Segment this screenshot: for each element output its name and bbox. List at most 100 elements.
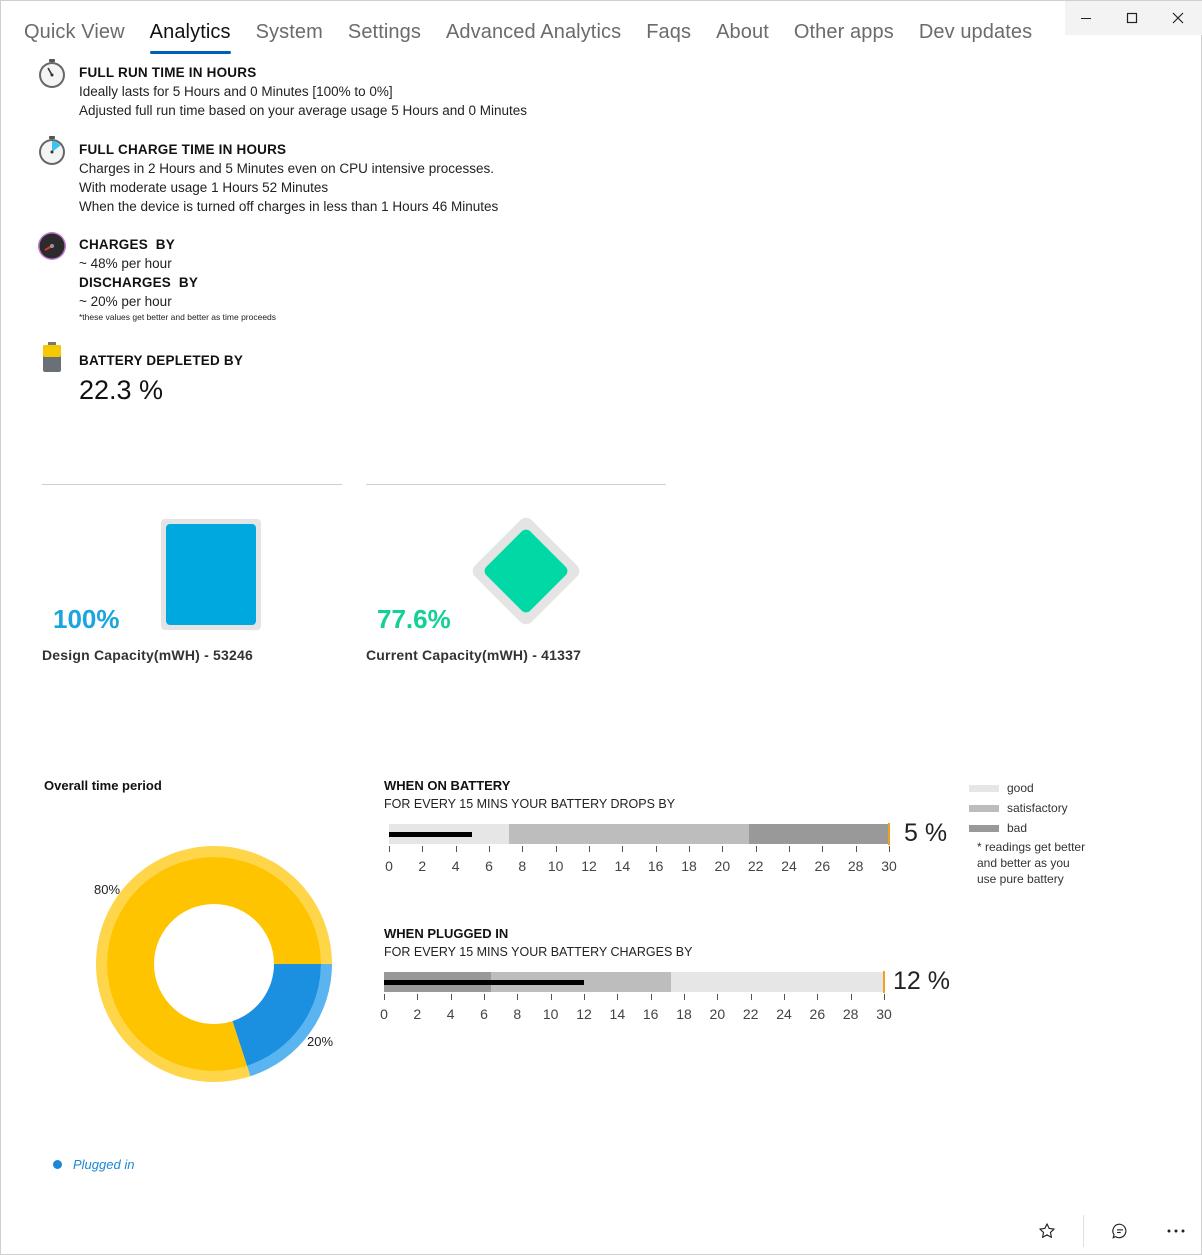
pie-slice-label-0: 80% <box>94 882 121 897</box>
axis-tick <box>755 846 757 852</box>
run-time-ideal: Ideally lasts for 5 Hours and 0 Minutes … <box>79 84 393 99</box>
plugged-in-legend-dot <box>53 1160 62 1169</box>
axis-tick <box>622 846 624 852</box>
axis-tick <box>617 994 619 1000</box>
axis-tick-label: 18 <box>681 858 697 874</box>
discharges-by-value: ~ 20% per hour <box>79 294 172 309</box>
target-marker <box>883 971 885 993</box>
axis-tick <box>389 846 390 852</box>
axis-tick-label: 22 <box>742 1006 759 1022</box>
legend-satisfactory-swatch <box>969 804 999 812</box>
axis-tick <box>517 994 519 1000</box>
footer-separator <box>1083 1215 1084 1247</box>
current-capacity-percent: 77.6% <box>377 604 451 634</box>
depleted-value: 22.3 % <box>79 375 164 405</box>
design-capacity-divider <box>42 484 342 485</box>
on-battery-bullet-bar <box>389 823 890 845</box>
current-capacity-fill <box>484 529 568 613</box>
axis-tick-label: 26 <box>814 858 831 874</box>
axis-tick <box>655 846 657 852</box>
charge-time-line2: With moderate usage 1 Hours 52 Minutes <box>79 180 329 195</box>
more-icon <box>1167 1229 1185 1233</box>
legend-good-label: good <box>1007 781 1034 795</box>
stopwatch-icon <box>39 59 65 88</box>
charge-time-title: FULL CHARGE TIME IN HOURS <box>79 142 287 157</box>
legend-note: * readings get better and better as you … <box>977 840 1086 886</box>
on-battery-value: 5 % <box>904 819 948 847</box>
current-capacity-gauge <box>472 517 580 625</box>
pie-legend-item[interactable]: Plugged in <box>53 1157 134 1172</box>
axis-tick-label: 6 <box>485 858 493 874</box>
axis-tick-label: 20 <box>709 1006 726 1022</box>
plugged-in-title: WHEN PLUGGED IN <box>384 926 509 941</box>
tab-advanced-analytics[interactable]: Advanced Analytics <box>446 21 621 52</box>
axis-tick-label: 30 <box>876 1006 892 1022</box>
charge-time-line3: When the device is turned off charges in… <box>79 199 499 214</box>
pie-slice-1[interactable] <box>232 964 321 1066</box>
maximize-button[interactable] <box>1109 1 1155 35</box>
axis-tick <box>889 846 890 852</box>
axis-tick-label: 10 <box>542 1006 559 1022</box>
axis-tick <box>450 994 452 1000</box>
charges-by-title: CHARGES BY <box>79 237 175 252</box>
axis-tick-label: 20 <box>714 858 731 874</box>
legend-satisfactory-label: satisfactory <box>1007 801 1068 815</box>
run-time-title: FULL RUN TIME IN HOURS <box>79 65 257 80</box>
plugged-in-legend-label: Plugged in <box>73 1157 135 1172</box>
close-icon <box>1172 12 1184 24</box>
tab-settings[interactable]: Settings <box>348 21 421 52</box>
plugged-in-value: 12 % <box>893 967 950 995</box>
design-capacity-fill <box>166 524 256 625</box>
depleted-title: BATTERY DEPLETED BY <box>79 353 244 368</box>
pie-slice-label-1: 20% <box>307 1034 334 1049</box>
tab-faqs[interactable]: Faqs <box>646 21 691 52</box>
axis-tick-label: 12 <box>581 858 597 874</box>
battery-icon <box>43 342 61 372</box>
axis-tick-label: 24 <box>776 1006 792 1022</box>
axis-tick <box>584 994 585 1000</box>
axis-tick-label: 0 <box>385 858 393 874</box>
axis-tick-label: 30 <box>881 858 897 874</box>
minimize-icon <box>1081 18 1091 19</box>
close-button[interactable] <box>1155 1 1201 35</box>
axis-tick-label: 12 <box>576 1006 592 1022</box>
tab-dev-updates[interactable]: Dev updates <box>919 21 1032 52</box>
window-controls <box>1063 1 1201 35</box>
range-bad <box>749 824 889 844</box>
on-battery-title: WHEN ON BATTERY <box>384 778 511 793</box>
axis-tick <box>650 994 652 1000</box>
overall-time-donut-chart <box>96 846 333 1082</box>
axis-tick <box>822 846 824 852</box>
axis-tick-label: 8 <box>518 858 527 874</box>
feedback-button[interactable] <box>1105 1219 1135 1243</box>
axis-tick <box>489 846 490 852</box>
app-window: Quick View Analytics System Settings Adv… <box>0 0 1202 1255</box>
axis-tick <box>784 994 785 1000</box>
range-satisfactory <box>509 824 749 844</box>
tab-about[interactable]: About <box>716 21 769 52</box>
axis-tick <box>817 994 819 1000</box>
timer-icon <box>39 136 65 165</box>
legend-bad-label: bad <box>1007 821 1028 835</box>
rates-note: *these values get better and better as t… <box>79 312 277 322</box>
charges-by-value: ~ 48% per hour <box>79 256 172 271</box>
tab-system[interactable]: System <box>256 21 323 52</box>
speedometer-icon <box>38 232 66 260</box>
axis-tick-label: 8 <box>513 1006 522 1022</box>
minimize-button[interactable] <box>1063 1 1109 35</box>
more-options-button[interactable] <box>1161 1219 1191 1243</box>
tab-quick-view[interactable]: Quick View <box>24 21 125 52</box>
legend-good: good <box>969 781 1034 795</box>
design-capacity-gauge <box>161 519 261 630</box>
tab-other-apps[interactable]: Other apps <box>794 21 894 52</box>
on-battery-subtitle: FOR EVERY 15 MINS YOUR BATTERY DROPS BY <box>384 797 676 811</box>
chat-icon <box>1112 1223 1127 1239</box>
axis-tick <box>417 994 419 1000</box>
legend-satisfactory: satisfactory <box>969 801 1068 815</box>
favorite-button[interactable] <box>1032 1219 1062 1243</box>
value-bar <box>384 979 584 985</box>
tab-analytics[interactable]: Analytics <box>149 21 231 54</box>
pie-title: Overall time period <box>44 778 162 793</box>
axis-tick <box>750 994 752 1000</box>
axis-tick <box>484 994 485 1000</box>
